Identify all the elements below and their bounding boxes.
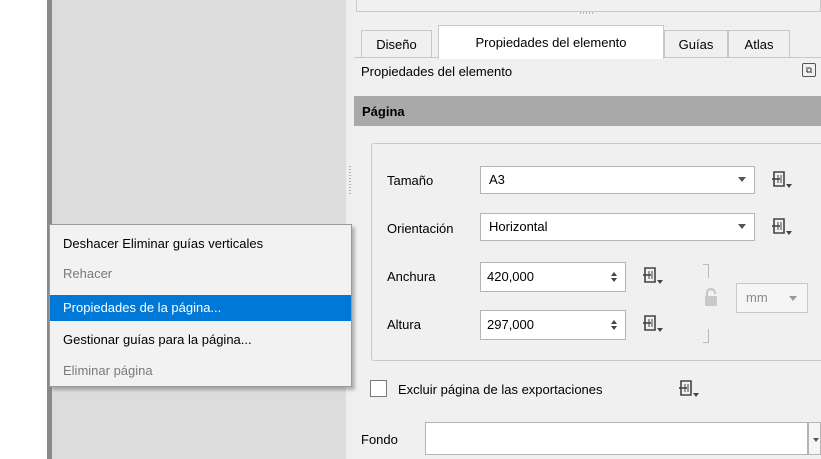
- lock-icon[interactable]: [703, 287, 719, 307]
- exclude-label[interactable]: Excluir página de las exportaciones: [398, 382, 603, 397]
- width-value: 420,000: [487, 269, 534, 284]
- unit-combo[interactable]: mm: [736, 283, 808, 313]
- chevron-down-icon: [738, 177, 746, 182]
- chevron-down-icon: [813, 438, 819, 442]
- size-combo[interactable]: A3: [480, 166, 755, 194]
- menu-item-manage-guides[interactable]: Gestionar guías para la página...: [50, 327, 351, 353]
- data-defined-override-icon[interactable]: [641, 314, 665, 334]
- orientation-label: Orientación: [387, 221, 454, 236]
- splitter-grip[interactable]: [349, 166, 351, 196]
- section-header-pagina[interactable]: Página: [354, 96, 821, 126]
- menu-item-remove-page: Eliminar página: [63, 363, 153, 378]
- size-label: Tamaño: [387, 173, 434, 188]
- context-menu: Deshacer Eliminar guías verticales Rehac…: [49, 224, 352, 387]
- width-label: Anchura: [387, 269, 436, 284]
- data-defined-override-icon[interactable]: [770, 217, 794, 237]
- tab-propiedades-elemento[interactable]: Propiedades del elemento: [438, 25, 664, 59]
- spin-down-icon[interactable]: [611, 278, 617, 282]
- height-spinbox[interactable]: 297,000: [480, 310, 626, 340]
- link-bracket-top: [703, 264, 709, 278]
- panel-top-frame: [356, 0, 821, 12]
- tab-guias[interactable]: Guías: [664, 30, 728, 58]
- tab-diseno[interactable]: Diseño: [361, 30, 432, 58]
- left-margin: [0, 0, 47, 459]
- menu-item-undo[interactable]: Deshacer Eliminar guías verticales: [50, 231, 351, 257]
- exclude-checkbox[interactable]: [370, 380, 387, 397]
- data-defined-override-icon[interactable]: [770, 170, 794, 190]
- dock-grip[interactable]: [580, 12, 594, 14]
- unit-value: mm: [746, 290, 768, 305]
- section-header-label: Página: [362, 104, 405, 119]
- data-defined-override-icon[interactable]: [677, 379, 701, 399]
- chevron-down-icon: [738, 224, 746, 229]
- chevron-down-icon: [789, 296, 797, 301]
- size-value: A3: [489, 172, 505, 187]
- height-label: Altura: [387, 317, 421, 332]
- panel-title: Propiedades del elemento: [361, 64, 513, 79]
- link-bracket-bottom: [703, 329, 709, 343]
- orientation-combo[interactable]: Horizontal: [480, 213, 755, 241]
- width-spinbox[interactable]: 420,000: [480, 262, 626, 292]
- spin-up-icon[interactable]: [611, 320, 617, 324]
- menu-item-page-properties[interactable]: Propiedades de la página...: [50, 295, 351, 321]
- menu-item-redo: Rehacer: [63, 266, 113, 281]
- background-dropdown-button[interactable]: [808, 422, 821, 455]
- float-panel-icon[interactable]: ⧉: [802, 63, 816, 77]
- tab-atlas[interactable]: Atlas: [728, 30, 790, 58]
- spin-up-icon[interactable]: [611, 272, 617, 276]
- background-label: Fondo: [361, 432, 398, 447]
- orientation-value: Horizontal: [489, 219, 548, 234]
- spin-down-icon[interactable]: [611, 326, 617, 330]
- height-value: 297,000: [487, 317, 534, 332]
- background-symbol-button[interactable]: [425, 422, 808, 455]
- data-defined-override-icon[interactable]: [641, 266, 665, 286]
